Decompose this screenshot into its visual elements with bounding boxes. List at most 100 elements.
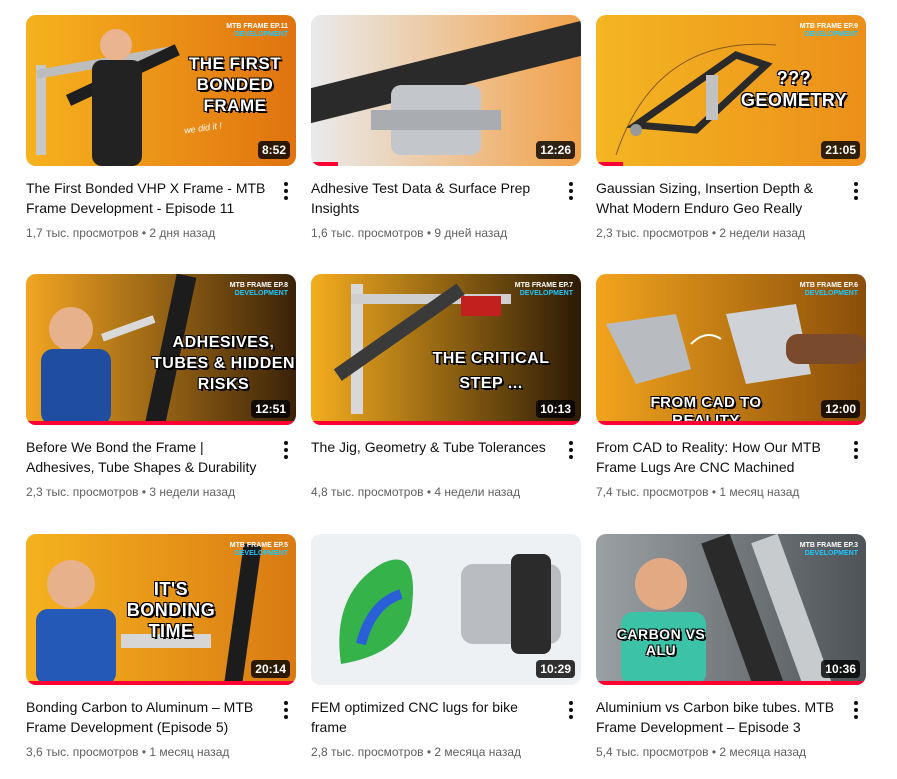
- menu-dot: [569, 455, 573, 459]
- thumbnail-headline: THE CRITICAL STEP ...: [432, 350, 550, 392]
- menu-dot: [569, 448, 573, 452]
- video-metadata: 2,8 тыс. просмотров • 2 месяца назад: [311, 745, 521, 759]
- menu-dot: [854, 455, 858, 459]
- more-vert-icon[interactable]: [565, 700, 577, 720]
- series-tag-subline: DEVELOPMENT: [234, 290, 288, 297]
- video-card[interactable]: 10:29 FEM optimized CNC lugs for bike fra…: [311, 534, 581, 779]
- menu-dot: [284, 701, 288, 705]
- video-thumbnail[interactable]: MTB FRAME EP.8 DEVELOPMENT ADHESIVES, TUBE…: [26, 274, 296, 425]
- video-thumbnail[interactable]: 12:26: [311, 15, 581, 166]
- video-card[interactable]: MTB FRAME EP.11 DEVELOPMENT THE FIRST BOND…: [26, 15, 296, 260]
- video-card[interactable]: MTB FRAME EP.5 DEVELOPMENT IT'S BONDING TI…: [26, 534, 296, 779]
- upload-age: 2 дня назад: [149, 226, 216, 240]
- series-tag-line: MTB FRAME EP.11: [226, 23, 288, 30]
- video-title[interactable]: FEM optimized CNC lugs for bike frame: [311, 697, 555, 737]
- watch-progress-bar: [596, 681, 866, 685]
- thumbnail-series-tag: MTB FRAME EP.6 DEVELOPMENT: [800, 282, 858, 298]
- view-count: 2,3 тыс. просмотров: [596, 226, 709, 240]
- menu-dot: [569, 189, 573, 193]
- watch-progress-bar: [596, 162, 623, 166]
- video-thumbnail[interactable]: MTB FRAME EP.9 DEVELOPMENT ??? GEOMETRY 21:…: [596, 15, 866, 166]
- video-thumbnail[interactable]: MTB FRAME EP.11 DEVELOPMENT THE FIRST BOND…: [26, 15, 296, 166]
- video-metadata: 1,6 тыс. просмотров • 9 дней назад: [311, 226, 507, 240]
- upload-age: 2 месяца назад: [434, 745, 522, 759]
- meta-separator: •: [708, 745, 720, 759]
- video-thumbnail[interactable]: MTB FRAME EP.7 DEVELOPMENT THE CRITICAL ST…: [311, 274, 581, 425]
- thumbnail-headline: CARBON VS ALU: [616, 626, 706, 658]
- video-title[interactable]: Aluminium vs Carbon bike tubes. MTB Fram…: [596, 697, 840, 737]
- menu-dot: [569, 441, 573, 445]
- watch-progress-bar: [311, 162, 338, 166]
- video-title[interactable]: The Jig, Geometry & Tube Tolerances: [311, 437, 555, 457]
- watch-progress-bar: [596, 421, 866, 425]
- watch-progress-bar: [26, 681, 296, 685]
- duration-badge: 8:52: [257, 141, 290, 159]
- video-card[interactable]: 12:26 Adhesive Test Data & Surface Prep I…: [311, 15, 581, 260]
- upload-age: 9 дней назад: [434, 226, 508, 240]
- menu-dot: [854, 708, 858, 712]
- video-metadata: 1,7 тыс. просмотров • 2 дня назад: [26, 226, 215, 240]
- duration-badge: 10:29: [536, 660, 575, 678]
- duration-badge: 20:14: [251, 660, 290, 678]
- meta-separator: •: [708, 226, 720, 240]
- thumbnail-series-tag: MTB FRAME EP.3 DEVELOPMENT: [800, 542, 858, 558]
- more-vert-icon[interactable]: [280, 181, 292, 201]
- video-card[interactable]: MTB FRAME EP.9 DEVELOPMENT ??? GEOMETRY 21:…: [596, 15, 866, 260]
- video-card[interactable]: MTB FRAME EP.8 DEVELOPMENT ADHESIVES, TUBE…: [26, 274, 296, 519]
- meta-separator: •: [138, 745, 150, 759]
- video-metadata: 2,3 тыс. просмотров • 3 недели назад: [26, 485, 235, 499]
- thumbnail-series-tag: MTB FRAME EP.7 DEVELOPMENT: [515, 282, 573, 298]
- watch-progress-bar: [311, 421, 581, 425]
- video-title[interactable]: Bonding Carbon to Aluminum – MTB Frame D…: [26, 697, 270, 737]
- thumbnail-headline: ADHESIVES, TUBES & HIDDEN RISKS: [151, 334, 295, 393]
- more-vert-icon[interactable]: [850, 181, 862, 201]
- meta-separator: •: [708, 485, 720, 499]
- duration-badge: 12:26: [536, 141, 575, 159]
- series-tag-line: MTB FRAME EP.7: [514, 282, 573, 289]
- view-count: 7,4 тыс. просмотров: [596, 485, 709, 499]
- thumbnail-series-tag: MTB FRAME EP.11 DEVELOPMENT: [226, 23, 288, 39]
- video-thumbnail[interactable]: MTB FRAME EP.3 DEVELOPMENT CARBON VS ALU 10…: [596, 534, 866, 685]
- upload-age: 2 месяца назад: [719, 745, 807, 759]
- thumbnail-series-tag: MTB FRAME EP.9 DEVELOPMENT: [800, 23, 858, 39]
- series-tag-subline: DEVELOPMENT: [804, 550, 858, 557]
- video-thumbnail[interactable]: MTB FRAME EP.6 DEVELOPMENT FROM CAD TO REA…: [596, 274, 866, 425]
- video-card[interactable]: MTB FRAME EP.6 DEVELOPMENT FROM CAD TO REA…: [596, 274, 866, 519]
- more-vert-icon[interactable]: [565, 181, 577, 201]
- duration-badge: 12:51: [251, 400, 290, 418]
- meta-separator: •: [423, 226, 435, 240]
- series-tag-subline: DEVELOPMENT: [804, 290, 858, 297]
- video-title[interactable]: Gaussian Sizing, Insertion Depth & What …: [596, 178, 840, 218]
- duration-badge: 10:13: [536, 400, 575, 418]
- menu-dot: [854, 182, 858, 186]
- video-title[interactable]: From CAD to Reality: How Our MTB Frame L…: [596, 437, 840, 477]
- more-vert-icon[interactable]: [565, 440, 577, 460]
- video-card[interactable]: MTB FRAME EP.3 DEVELOPMENT CARBON VS ALU 10…: [596, 534, 866, 779]
- duration-badge: 10:36: [821, 660, 860, 678]
- meta-separator: •: [138, 226, 150, 240]
- more-vert-icon[interactable]: [280, 700, 292, 720]
- thumbnail-series-tag: MTB FRAME EP.8 DEVELOPMENT: [230, 282, 288, 298]
- video-thumbnail[interactable]: 10:29: [311, 534, 581, 685]
- more-vert-icon[interactable]: [850, 700, 862, 720]
- menu-dot: [284, 455, 288, 459]
- video-metadata: 3,6 тыс. просмотров • 1 месяц назад: [26, 745, 229, 759]
- video-title[interactable]: Before We Bond the Frame | Adhesives, Tu…: [26, 437, 270, 477]
- video-thumbnail[interactable]: MTB FRAME EP.5 DEVELOPMENT IT'S BONDING TI…: [26, 534, 296, 685]
- video-card[interactable]: MTB FRAME EP.7 DEVELOPMENT THE CRITICAL ST…: [311, 274, 581, 519]
- menu-dot: [854, 448, 858, 452]
- menu-dot: [569, 701, 573, 705]
- series-tag-subline: DEVELOPMENT: [234, 550, 288, 557]
- thumbnail-series-tag: MTB FRAME EP.5 DEVELOPMENT: [230, 542, 288, 558]
- view-count: 1,7 тыс. просмотров: [26, 226, 139, 240]
- menu-dot: [284, 715, 288, 719]
- more-vert-icon[interactable]: [280, 440, 292, 460]
- video-title[interactable]: Adhesive Test Data & Surface Prep Insigh…: [311, 178, 555, 218]
- duration-badge: 12:00: [821, 400, 860, 418]
- series-tag-subline: DEVELOPMENT: [804, 31, 858, 38]
- video-grid: MTB FRAME EP.11 DEVELOPMENT THE FIRST BOND…: [0, 0, 897, 777]
- video-title[interactable]: The First Bonded VHP X Frame - MTB Frame…: [26, 178, 270, 218]
- upload-age: 3 недели назад: [149, 485, 236, 499]
- more-vert-icon[interactable]: [850, 440, 862, 460]
- video-metadata: 5,4 тыс. просмотров • 2 месяца назад: [596, 745, 806, 759]
